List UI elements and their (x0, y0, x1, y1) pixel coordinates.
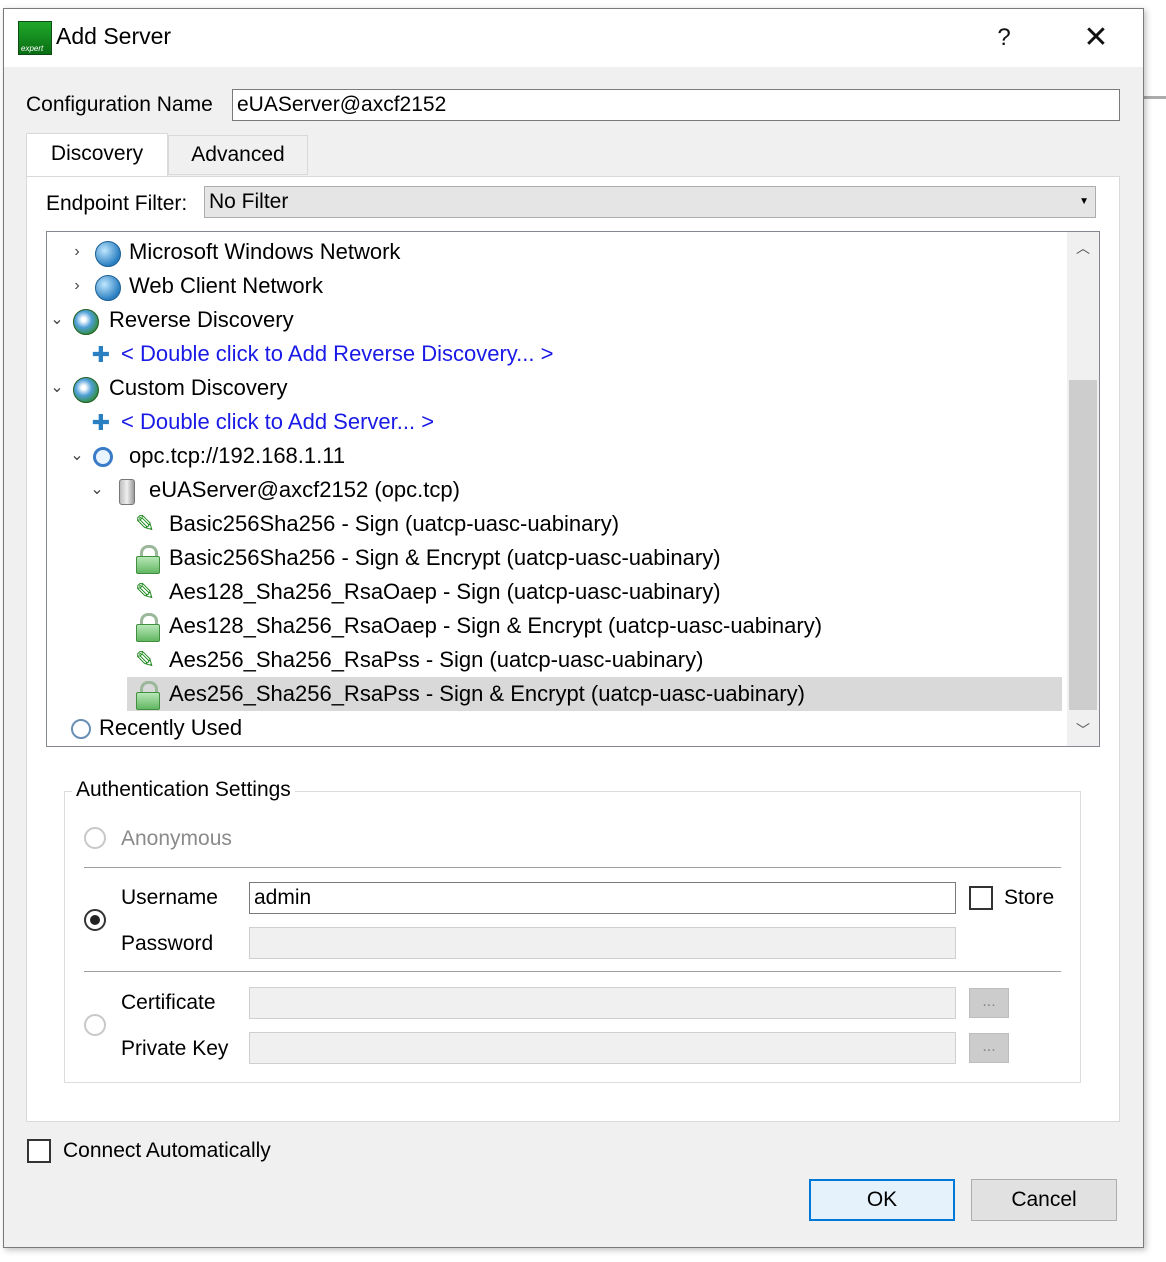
certificate-label: Certificate (121, 991, 216, 1014)
chevron-right-icon[interactable]: › (67, 235, 87, 269)
username-input[interactable] (249, 882, 956, 914)
tree-item-label: Custom Discovery (109, 375, 288, 400)
chevron-down-icon[interactable]: ⌄ (67, 439, 87, 473)
pen-icon: ✎ (135, 647, 156, 674)
connect-automatically-label: Connect Automatically (63, 1139, 271, 1162)
help-button[interactable]: ? (974, 17, 1034, 59)
username-label: Username (121, 886, 218, 909)
private-key-label: Private Key (121, 1037, 229, 1060)
tree-item-label: Aes256_Sha256_RsaPss - Sign (uatcp-uasc-… (169, 647, 704, 672)
lock-icon (135, 613, 160, 642)
dropdown-arrow-icon: ▼ (1079, 196, 1089, 207)
tree-item-label: Aes256_Sha256_RsaPss - Sign & Encrypt (u… (169, 681, 805, 706)
ok-button[interactable]: OK (809, 1179, 955, 1221)
add-icon: ✚ (91, 410, 111, 435)
discovery-globe-icon (73, 309, 99, 335)
tree-item-label: Aes128_Sha256_RsaOaep - Sign & Encrypt (… (169, 613, 823, 638)
tab-advanced[interactable]: Advanced (168, 135, 308, 175)
scroll-thumb[interactable] (1069, 380, 1097, 710)
add-icon: ✚ (91, 342, 111, 367)
divider (84, 867, 1061, 868)
config-name-input[interactable] (232, 89, 1120, 121)
chevron-down-icon[interactable]: ⌄ (47, 371, 67, 405)
password-label: Password (121, 932, 214, 955)
divider (84, 971, 1061, 972)
clock-icon (71, 719, 91, 739)
pen-icon: ✎ (135, 511, 156, 538)
store-checkbox[interactable] (969, 886, 993, 910)
endpoint-filter-select[interactable]: No Filter ▼ (204, 186, 1096, 218)
browse-private-key-button[interactable]: ... (969, 1033, 1009, 1063)
store-label: Store (1004, 886, 1055, 909)
server-icon (119, 479, 135, 505)
anonymous-label: Anonymous (121, 827, 232, 850)
browse-certificate-button[interactable]: ... (969, 988, 1009, 1018)
chevron-down-icon[interactable]: ⌄ (87, 473, 107, 507)
app-icon-label: expert (21, 44, 44, 53)
tree-item-label: eUAServer@axcf2152 (opc.tcp) (149, 477, 460, 502)
server-tree[interactable]: › Microsoft Windows Network › Web Client… (46, 231, 1100, 747)
tree-item-label: Web Client Network (129, 273, 323, 298)
tree-item-label: Recently Used (99, 715, 243, 740)
cancel-button[interactable]: Cancel (971, 1179, 1117, 1221)
window-title: Add Server (56, 23, 172, 49)
add-reverse-discovery-link[interactable]: < Double click to Add Reverse Discovery.… (121, 337, 553, 371)
add-server-dialog: expert Add Server ? ✕ Configuration Name… (3, 8, 1144, 1248)
password-field[interactable] (249, 927, 956, 959)
endpoint-filter-value: No Filter (209, 190, 289, 213)
scroll-down-icon[interactable]: ﹀ (1067, 720, 1099, 740)
network-globe-icon (95, 275, 121, 301)
tree-item-label: Basic256Sha256 - Sign & Encrypt (uatcp-u… (169, 545, 721, 570)
chevron-down-icon[interactable]: ⌄ (47, 303, 67, 337)
config-name-label: Configuration Name (26, 93, 213, 116)
private-key-field[interactable] (249, 1032, 956, 1064)
tree-item-label: Reverse Discovery (109, 307, 294, 332)
magnifier-icon (93, 447, 113, 467)
network-globe-icon (95, 241, 121, 267)
discovery-globe-icon (73, 377, 99, 403)
tab-discovery[interactable]: Discovery (26, 133, 168, 177)
tree-item-label: Aes128_Sha256_RsaOaep - Sign (uatcp-uasc… (169, 579, 721, 604)
app-icon: expert (18, 21, 52, 55)
scroll-up-icon[interactable]: ︿ (1067, 238, 1099, 258)
add-server-link[interactable]: < Double click to Add Server... > (121, 405, 434, 439)
authentication-settings-title: Authentication Settings (72, 778, 295, 802)
tree-item-label: opc.tcp://192.168.1.11 (129, 443, 346, 468)
tree-item-label: Microsoft Windows Network (129, 239, 401, 264)
pen-icon: ✎ (135, 579, 156, 606)
background-edge (1144, 96, 1166, 99)
lock-icon (135, 545, 160, 574)
anonymous-radio[interactable] (84, 827, 106, 849)
endpoint-filter-label: Endpoint Filter: (46, 192, 188, 215)
connect-automatically-checkbox[interactable] (27, 1139, 51, 1163)
tree-item-label: Basic256Sha256 - Sign (uatcp-uasc-uabina… (169, 511, 620, 536)
title-bar[interactable]: expert Add Server ? ✕ (4, 9, 1143, 67)
close-button[interactable]: ✕ (1066, 17, 1126, 59)
lock-icon (135, 681, 160, 710)
username-radio[interactable] (84, 909, 106, 931)
chevron-right-icon[interactable]: › (67, 269, 87, 303)
certificate-radio[interactable] (84, 1014, 106, 1036)
certificate-field[interactable] (249, 987, 956, 1019)
tree-scrollbar[interactable]: ︿ ﹀ (1067, 232, 1099, 746)
